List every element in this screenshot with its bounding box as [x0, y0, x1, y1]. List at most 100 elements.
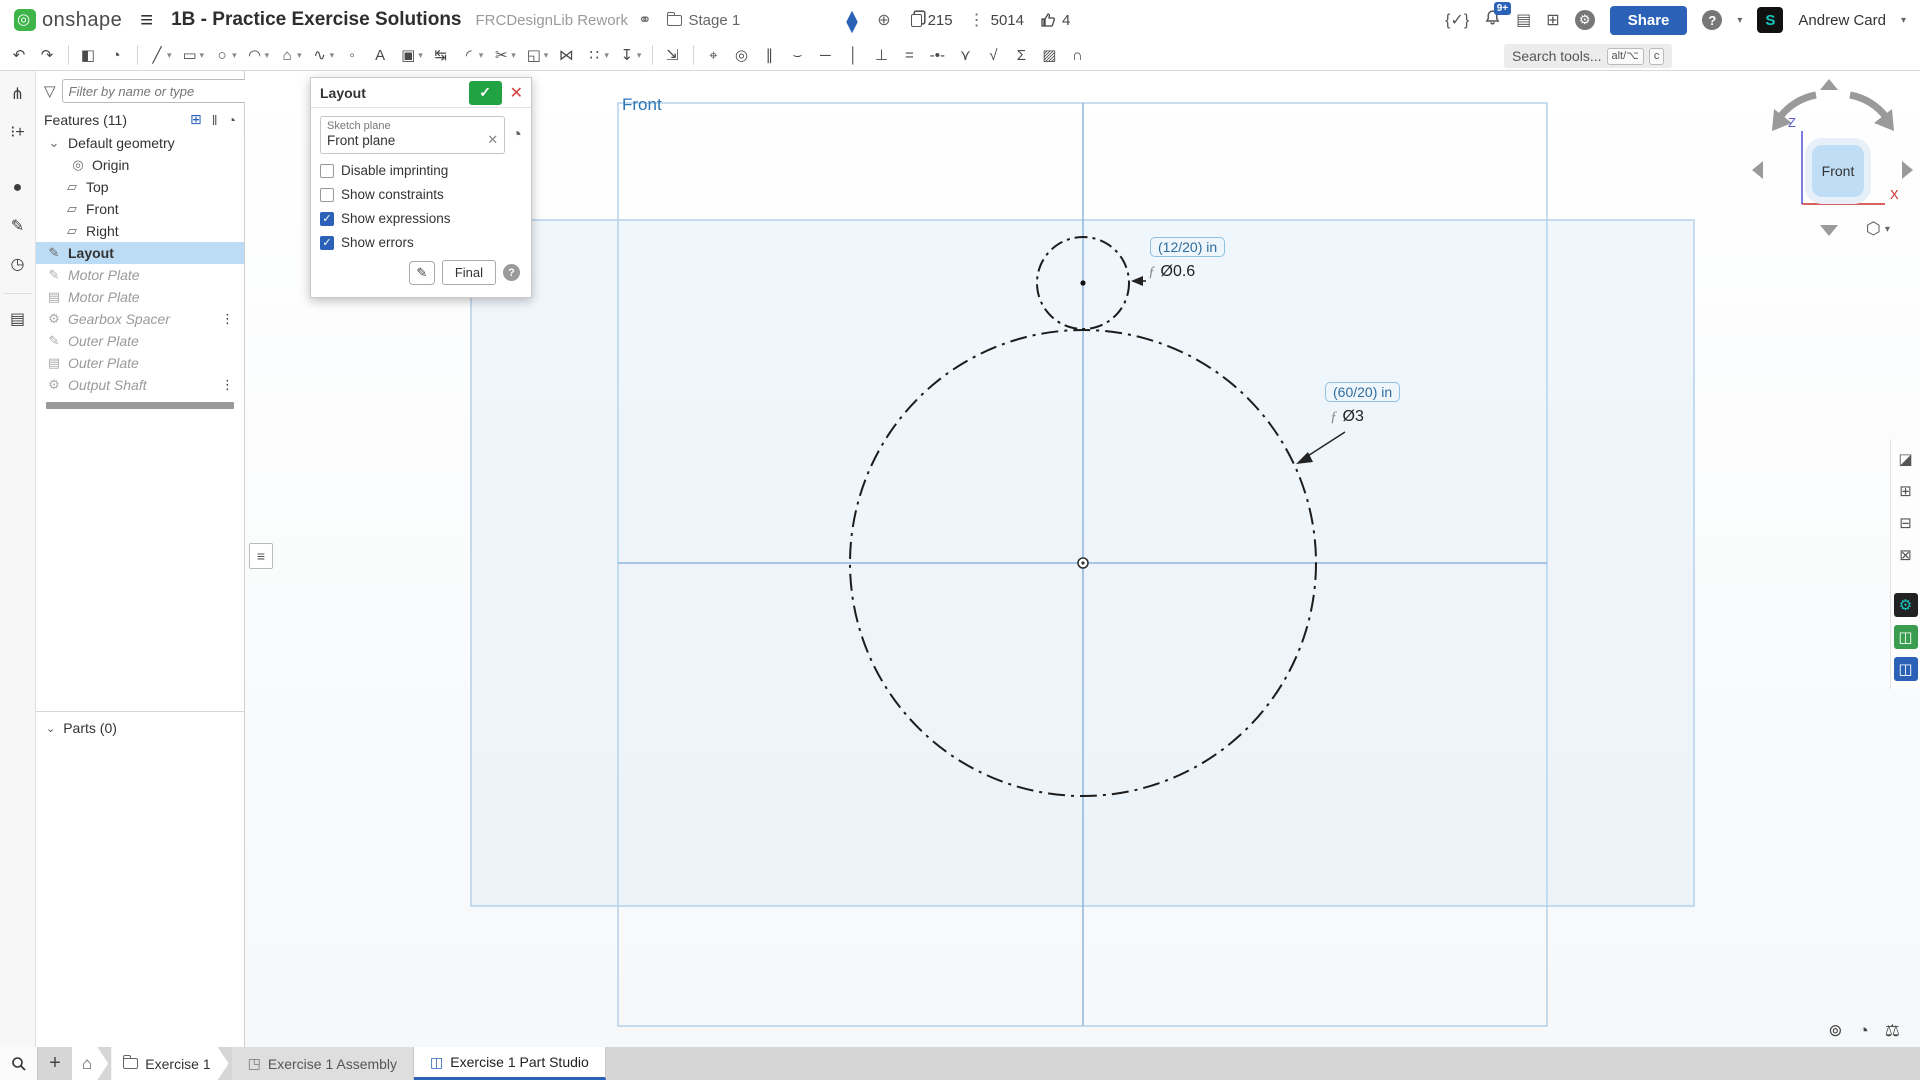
final-button[interactable]: Final: [442, 260, 496, 285]
sketch-icon[interactable]: ◧: [76, 44, 102, 66]
parallel-constraint-icon[interactable]: ∥: [757, 44, 783, 66]
link-icon[interactable]: ⚭: [638, 10, 651, 30]
view-right-arrow[interactable]: [1902, 161, 1913, 179]
new-tab-button[interactable]: +: [38, 1047, 72, 1080]
view-up-arrow[interactable]: [1820, 79, 1838, 90]
undo-icon[interactable]: ↶: [7, 44, 33, 66]
share-button[interactable]: Share: [1610, 6, 1688, 35]
rotate-cw-arrow-icon[interactable]: [1850, 95, 1886, 117]
pattern-tool-icon[interactable]: ∷ ▾: [582, 44, 613, 66]
feature-filter-input[interactable]: [62, 79, 254, 103]
midpoint-constraint-icon[interactable]: -•-: [925, 45, 951, 66]
search-tools-box[interactable]: Search tools... alt/⌥ c: [1504, 44, 1672, 68]
checkbox-icon[interactable]: [320, 164, 334, 178]
edit-notes-icon[interactable]: ✎: [4, 211, 32, 241]
fillet-tool-icon[interactable]: ◜ ▾: [457, 44, 488, 66]
mirror-tool-icon[interactable]: ⋈: [554, 44, 580, 66]
rollback-clock-icon[interactable]: ◔: [228, 112, 236, 128]
rotate-ccw-arrow-icon[interactable]: [1780, 95, 1816, 117]
view-left-arrow[interactable]: [1752, 161, 1763, 179]
dialog-checkbox-row[interactable]: ✓ Show errors: [320, 235, 522, 250]
sketch-tools-icon[interactable]: ◔: [104, 45, 130, 66]
spline-tool-icon[interactable]: ∿ ▾: [308, 44, 339, 66]
onshape-logo[interactable]: onshape: [14, 9, 122, 32]
tape-measure-icon[interactable]: ⊚: [1828, 1021, 1842, 1041]
curvature-constraint-icon[interactable]: √: [981, 45, 1007, 66]
copies-count[interactable]: 215: [907, 12, 953, 29]
point-tool-icon[interactable]: ◦: [340, 45, 366, 66]
tab-exercise-1-part-studio[interactable]: ◫ Exercise 1 Part Studio: [414, 1047, 606, 1080]
feature-motor-plate-sketch[interactable]: ✎ Motor Plate: [36, 264, 244, 286]
suppress-pause-icon[interactable]: ‖: [212, 112, 218, 128]
appearance-panel-icon[interactable]: ◪: [1894, 447, 1918, 471]
feature-top-plane[interactable]: ▱ Top: [36, 176, 244, 198]
trim-tool-icon[interactable]: ✂ ▾: [489, 44, 520, 66]
comments-icon[interactable]: ●: [4, 173, 32, 203]
parts-section[interactable]: ⌄ Parts (0): [36, 711, 244, 744]
main-menu-icon[interactable]: ≡: [132, 7, 161, 33]
vertical-constraint-icon[interactable]: │: [841, 45, 867, 66]
insert-feature-icon[interactable]: ⁝+: [4, 117, 32, 147]
workspace-selector[interactable]: Stage 1: [667, 12, 740, 29]
arc-tool-icon[interactable]: ◠ ▾: [243, 44, 274, 66]
document-history-icon[interactable]: ◷: [4, 249, 32, 279]
feature-gearbox-spacer[interactable]: ⚙ Gearbox Spacer ⋮: [36, 308, 244, 330]
feature-origin[interactable]: ◎ Origin: [36, 154, 244, 176]
new-folder-icon[interactable]: ⊞: [190, 111, 202, 128]
blue-doc-panel-icon[interactable]: ◫: [1894, 657, 1918, 681]
coincident-constraint-icon[interactable]: ⌖: [701, 45, 727, 66]
feature-panel-toggle-icon[interactable]: ≡: [249, 543, 273, 569]
dialog-help-icon[interactable]: ?: [503, 264, 520, 281]
feature-outer-plate-extrude[interactable]: ▤ Outer Plate: [36, 352, 244, 374]
isometric-view-button[interactable]: ⬡▾: [1866, 219, 1890, 239]
app-store-icon[interactable]: ⊞: [1546, 10, 1559, 30]
featurescript-panel-icon[interactable]: ⚙: [1894, 593, 1918, 617]
view-cube[interactable]: Z X Front ⬡▾: [1750, 79, 1915, 244]
protractor-icon[interactable]: ◔: [1858, 1021, 1868, 1041]
dialog-checkbox-row[interactable]: ✓ Show expressions: [320, 211, 522, 226]
mass-properties-icon[interactable]: ⚖: [1885, 1021, 1900, 1041]
feature-right-plane[interactable]: ▱ Right: [36, 220, 244, 242]
offset-tool-icon[interactable]: ◱ ▾: [522, 44, 553, 66]
fix-constraint-icon[interactable]: ▨: [1037, 44, 1063, 66]
feature-outer-plate-sketch[interactable]: ✎ Outer Plate: [36, 330, 244, 352]
checkbox-icon[interactable]: ✓: [320, 236, 334, 250]
feature-output-shaft[interactable]: ⚙ Output Shaft ⋮: [36, 374, 244, 396]
variables-table-panel-icon[interactable]: ⊠: [1894, 543, 1918, 567]
sketch-grid-toggle-icon[interactable]: ◔: [511, 124, 522, 145]
sketch-plane-field[interactable]: Sketch plane Front plane ✕: [320, 116, 505, 154]
tab-search-button[interactable]: [0, 1047, 38, 1080]
concentric-constraint-icon[interactable]: ◎: [729, 44, 755, 66]
versions-check-icon[interactable]: {✓}: [1445, 10, 1469, 30]
feature-front-plane[interactable]: ▱ Front: [36, 198, 244, 220]
dialog-checkbox-row[interactable]: Show constraints: [320, 187, 522, 202]
versions-history-icon[interactable]: ⋔: [4, 79, 32, 109]
green-doc-panel-icon[interactable]: ◫: [1894, 625, 1918, 649]
slot-tool-icon[interactable]: ▣ ▾: [396, 44, 427, 66]
dimension-value[interactable]: ƒØ3: [1330, 408, 1364, 426]
project-convert-tool-icon[interactable]: ↹: [429, 44, 455, 66]
help-icon[interactable]: ?: [1702, 10, 1722, 30]
cancel-x-button[interactable]: ✕: [508, 83, 531, 103]
checkbox-icon[interactable]: ✓: [320, 212, 334, 226]
tangent-constraint-icon[interactable]: ⌣: [785, 45, 811, 66]
feature-layout-sketch[interactable]: ✎ Layout: [36, 242, 244, 264]
dimension-expression-tag[interactable]: (60/20) in: [1325, 382, 1400, 402]
feature-default-geometry[interactable]: ⌄ Default geometry: [36, 132, 244, 154]
small-circle-center-point[interactable]: [1080, 280, 1085, 285]
sketch-settings-button[interactable]: ✎: [409, 261, 435, 285]
help-caret-icon[interactable]: ▾: [1737, 15, 1742, 26]
dimension-value[interactable]: ƒØ0.6: [1148, 263, 1195, 281]
learning-center-icon[interactable]: ⚙: [1575, 10, 1595, 30]
custom-table-panel-icon[interactable]: ⊞: [1894, 479, 1918, 503]
import-dxf-dwg-tool-icon[interactable]: ↧ ▾: [615, 44, 646, 66]
home-tab-button[interactable]: ⌂: [72, 1047, 108, 1080]
normal-constraint-icon[interactable]: ∩: [1065, 45, 1091, 66]
user-avatar[interactable]: S: [1757, 7, 1783, 33]
configurations-table-panel-icon[interactable]: ⊟: [1894, 511, 1918, 535]
tab-exercise-1[interactable]: Exercise 1: [111, 1047, 228, 1080]
dimension-tool-icon[interactable]: ⇲: [660, 44, 686, 66]
pattern-constraint-icon[interactable]: Σ: [1009, 45, 1035, 66]
feature-motor-plate-extrude[interactable]: ▤ Motor Plate: [36, 286, 244, 308]
rollback-bar[interactable]: [46, 402, 234, 409]
